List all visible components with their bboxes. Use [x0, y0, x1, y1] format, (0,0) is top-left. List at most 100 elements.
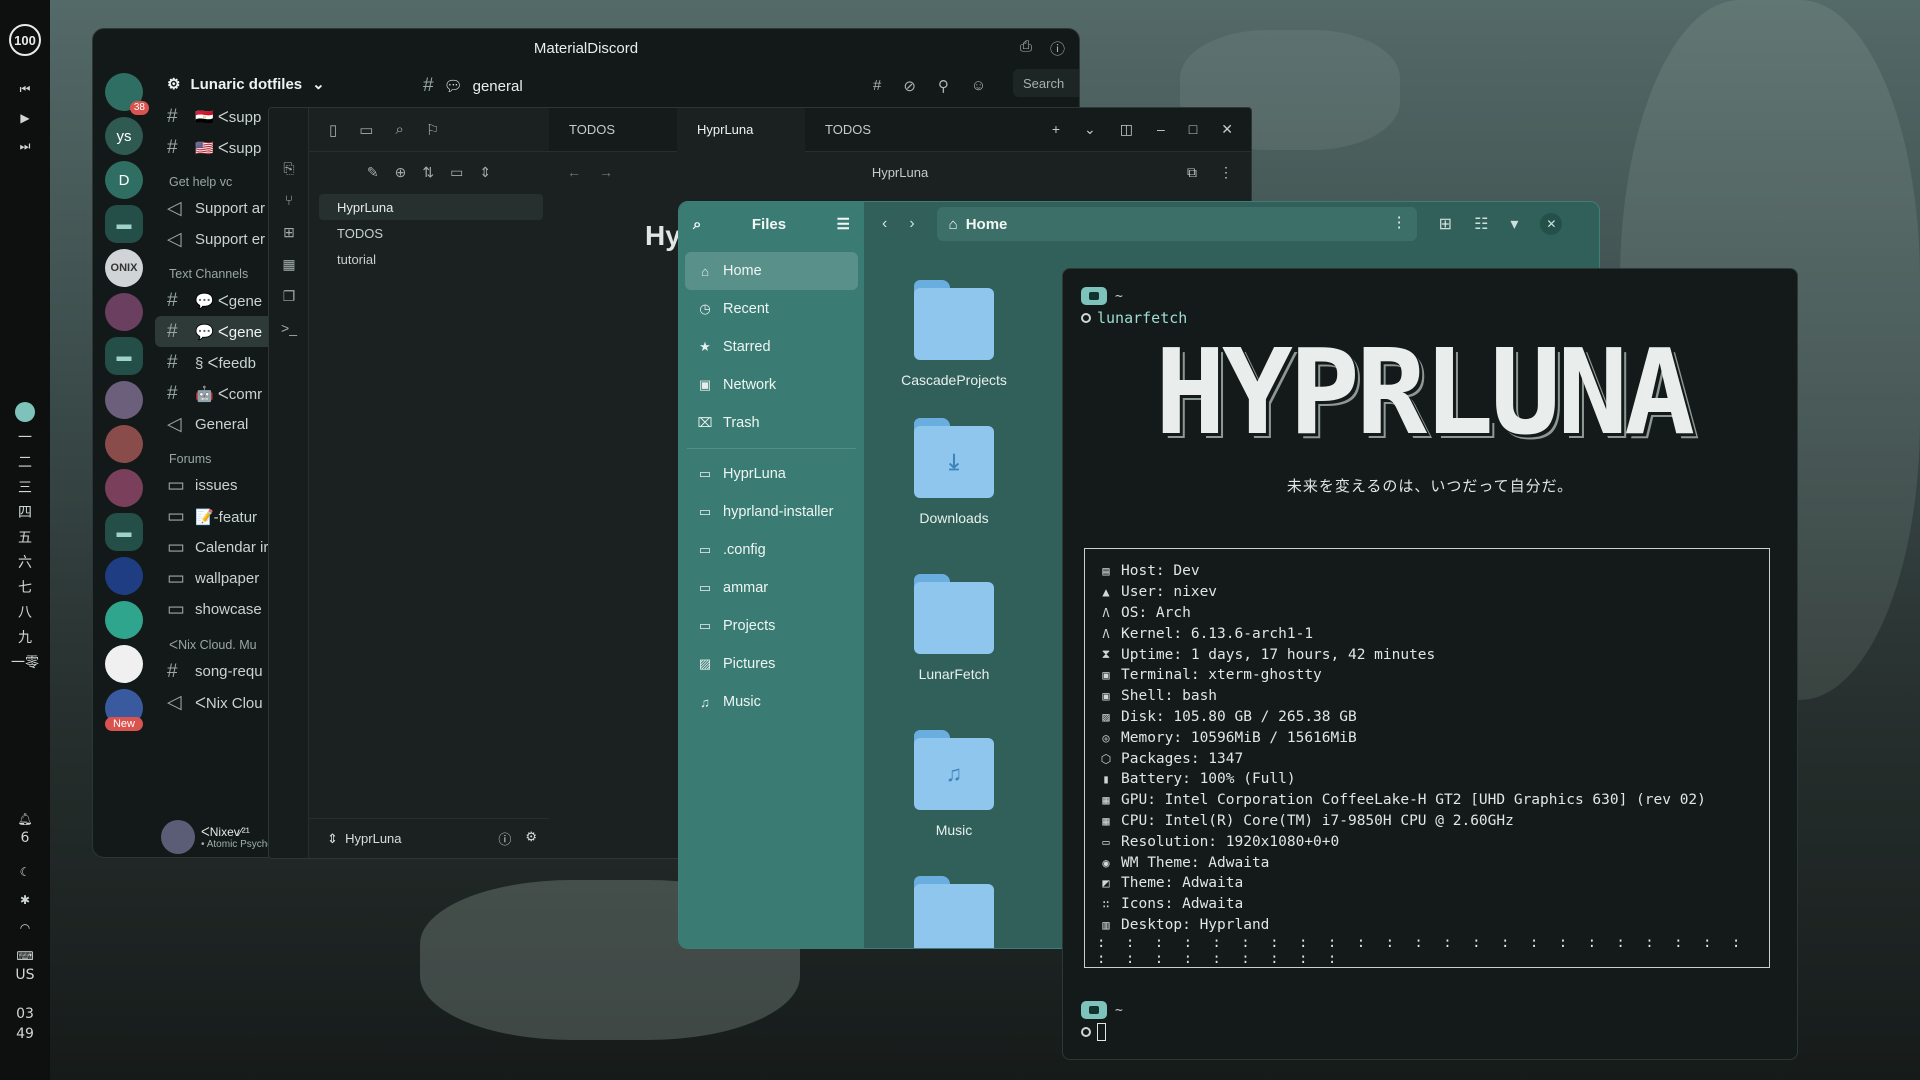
channel-label: 💬 ᐸgene [195, 292, 263, 310]
server-folder-icon[interactable]: ▬ [105, 337, 143, 375]
file-item[interactable]: ♫ Music [884, 730, 1024, 838]
user-panel[interactable]: ᐸNixev⁄²¹ • Atomic Psycho [161, 817, 273, 857]
sidebar-item-starred[interactable]: ★ Starred [685, 328, 858, 366]
terminal-icon[interactable]: >_ [269, 312, 309, 344]
maximize-icon[interactable]: □ [1189, 121, 1197, 138]
new-tab-icon[interactable]: + [1052, 121, 1060, 138]
dnd-icon[interactable]: ☾ [20, 865, 31, 879]
workspace-button[interactable]: 九 [11, 626, 39, 651]
server-icon[interactable] [105, 469, 143, 507]
server-label: D [118, 171, 130, 189]
workspace-button[interactable]: 四 [11, 501, 39, 526]
info-row: ▣ Terminal: xterm-ghostty [1097, 665, 1757, 686]
workspace-button[interactable]: 六 [11, 551, 39, 576]
server-icon[interactable] [105, 557, 143, 595]
bluetooth-off-icon[interactable]: ✱ [20, 893, 30, 907]
server-icon[interactable] [105, 645, 143, 683]
vault-switcher[interactable]: ⇕ HyprLuna ⓘ ⚙ [309, 818, 549, 858]
tab-hyprluna[interactable]: HyprLuna [677, 108, 805, 152]
inbox-icon[interactable]: ⎙ [1020, 38, 1032, 59]
server-icon[interactable]: D [105, 161, 143, 199]
split-icon[interactable]: ◫ [1120, 121, 1133, 138]
threads-icon[interactable]: # [873, 77, 881, 95]
sidebar-item-network[interactable]: ▣ Network [685, 366, 858, 404]
search-input[interactable]: Search⌕ [1013, 69, 1079, 97]
folder-icon[interactable]: ▭ [359, 121, 373, 139]
server-folder-icon[interactable]: ▬ [105, 205, 143, 243]
bookmark-item[interactable]: ▭ HyprLuna [685, 455, 858, 493]
tab-list-icon[interactable]: ⌄ [1084, 121, 1096, 138]
server-icon[interactable]: ys [105, 117, 143, 155]
server-icon[interactable] [105, 293, 143, 331]
bookmark-item[interactable]: ▭ hyprland-installer [685, 493, 858, 531]
tree-item[interactable]: HyprLuna [319, 194, 543, 220]
workspace-button[interactable]: 七 [11, 576, 39, 601]
sidebar-item-home[interactable]: ⌂ Home [685, 252, 858, 290]
bookmark-icon[interactable]: ⚐ [426, 121, 439, 139]
workspace-button[interactable]: 二 [11, 451, 39, 476]
sort-icon[interactable]: ⇅ [422, 164, 434, 181]
server-icon[interactable]: ONIX [105, 249, 143, 287]
calendar-icon[interactable]: ▦ [269, 248, 309, 280]
tab-todos[interactable]: TODOS [549, 108, 677, 152]
play-icon[interactable]: ▶ [20, 111, 29, 125]
search-icon[interactable]: ⌕ [395, 121, 403, 138]
bookmark-item[interactable]: ▭ Projects [685, 607, 858, 645]
server-icon[interactable]: 38 [105, 73, 149, 115]
sidebar-item-recent[interactable]: ◷ Recent [685, 290, 858, 328]
minimize-icon[interactable]: – [1157, 121, 1165, 138]
ascii-logo: HYPRLUNA [1154, 337, 1695, 447]
server-icon[interactable] [105, 425, 143, 463]
avatar[interactable] [161, 820, 195, 854]
bookmark-item[interactable]: ▭ .config [685, 531, 858, 569]
wifi-icon[interactable]: ◠ [20, 921, 30, 935]
expand-icon[interactable]: ⇕ [479, 164, 491, 181]
new-note-icon[interactable]: ✎ [367, 164, 379, 181]
graph-icon[interactable]: ⑂ [269, 184, 309, 216]
bookmark-item[interactable]: ♫ Music [685, 683, 858, 721]
input-line[interactable] [1081, 1023, 1106, 1041]
workspace-button[interactable]: 三 [11, 476, 39, 501]
menu-icon[interactable]: ☰ [837, 215, 850, 233]
mute-icon[interactable]: ⊘ [903, 77, 916, 95]
pin-icon[interactable]: ⚲ [938, 77, 949, 95]
server-icon[interactable] [105, 381, 143, 419]
file-item[interactable]: LunarFetch [884, 574, 1024, 682]
workspace-button[interactable]: 五 [11, 526, 39, 551]
help-icon[interactable]: ⓘ [498, 829, 511, 848]
tree-item[interactable]: TODOS [319, 220, 543, 246]
settings-icon[interactable]: ⚙ [525, 829, 537, 848]
keyboard-layout[interactable]: US [15, 963, 34, 988]
bookmark-item[interactable]: ▭ ammar [685, 569, 858, 607]
canvas-icon[interactable]: ⊞ [269, 216, 309, 248]
help-icon[interactable]: ⓘ [1050, 38, 1065, 59]
file-label: Downloads [919, 510, 989, 526]
file-item[interactable] [884, 876, 1024, 948]
members-icon[interactable]: ☺ [971, 77, 986, 95]
file-item[interactable]: ⤓ Downloads [884, 418, 1024, 526]
close-icon[interactable]: ✕ [1221, 121, 1233, 138]
search-icon[interactable]: ⌕ [693, 216, 701, 233]
active-workspace[interactable] [15, 402, 35, 422]
switcher-icon[interactable]: ⎘ [269, 152, 309, 184]
bookmark-item[interactable]: ▨ Pictures [685, 645, 858, 683]
channel-label: General [195, 416, 249, 433]
collapse-icon[interactable]: ▭ [450, 164, 463, 181]
next-track-icon[interactable]: ⏭ [20, 139, 31, 154]
file-item[interactable]: CascadeProjects [884, 280, 1024, 388]
server-folder-icon[interactable]: ▬ [105, 513, 143, 551]
server-icon[interactable] [105, 601, 143, 639]
sidebar-toggle-icon[interactable]: ▯ [329, 121, 337, 139]
templates-icon[interactable]: ❐ [269, 280, 309, 312]
tree-item[interactable]: tutorial [319, 246, 543, 272]
bell-icon[interactable]: 🔔︎ [17, 812, 32, 826]
workspace-button[interactable]: 一零 [11, 651, 39, 676]
sidebar-item-trash[interactable]: ⌧ Trash [685, 404, 858, 442]
previous-track-icon[interactable]: ⏮ [20, 82, 31, 97]
new-folder-icon[interactable]: ⊕ [395, 164, 407, 181]
server-header[interactable]: ⚙ Lunaric dotfiles ⌄ [155, 67, 325, 101]
resource-ring[interactable]: 100 [9, 24, 41, 56]
tab-todos-2[interactable]: TODOS [805, 108, 933, 152]
workspace-button[interactable]: 八 [11, 601, 39, 626]
workspace-button[interactable]: 一 [11, 426, 39, 451]
